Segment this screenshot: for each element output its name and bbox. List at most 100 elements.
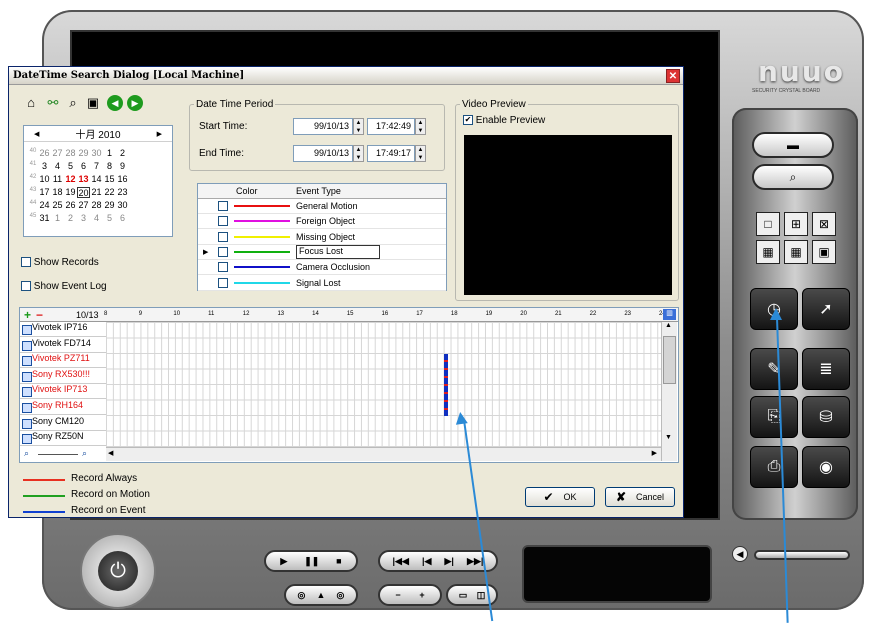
folder-button[interactable]: ▬ (752, 132, 834, 158)
camera-list-item[interactable]: Vivotek IP713 (20, 384, 106, 400)
calendar-day[interactable]: 5 (64, 161, 77, 172)
home-icon[interactable]: ⌂ (23, 95, 39, 111)
calendar-day[interactable]: 17 (38, 187, 51, 198)
calendar-day[interactable]: 10 (38, 174, 51, 185)
calendar-day[interactable]: 16 (116, 174, 129, 185)
ptz-controls[interactable]: ◎ ▲ ◎ (284, 584, 358, 606)
speed-up-button[interactable]: + (419, 590, 424, 600)
power-button[interactable]: ⏻ (80, 533, 156, 609)
camera-list-item[interactable]: Sony RH164 (20, 400, 106, 415)
calendar-day[interactable]: 27 (77, 200, 90, 211)
event-type-row[interactable]: Missing Object (198, 230, 446, 245)
calendar-day[interactable]: 28 (64, 148, 77, 159)
calendar-day[interactable]: 6 (77, 161, 90, 172)
calendar-day[interactable]: 7 (90, 161, 103, 172)
camera-list-item[interactable]: Vivotek IP716 (20, 322, 106, 337)
note-button[interactable]: ≣ (802, 348, 850, 390)
back-icon[interactable]: ◀ (107, 95, 123, 111)
calendar-day[interactable]: 27 (51, 148, 64, 159)
scroll-thumb[interactable] (663, 336, 676, 384)
start-date-input[interactable]: 99/10/13 (293, 118, 353, 135)
calendar-day[interactable]: 6 (116, 213, 129, 224)
event-type-checkbox[interactable] (218, 262, 228, 273)
show-event-log-checkbox[interactable] (21, 281, 31, 292)
link-icon[interactable]: ⚯ (45, 95, 61, 111)
timeline-horizontal-scrollbar[interactable]: ◀ ▶ (106, 447, 661, 461)
add-camera-icon[interactable]: + (24, 308, 31, 322)
calendar-day[interactable]: 26 (64, 200, 77, 211)
calendar-day[interactable]: 1 (103, 148, 116, 159)
calendar-day[interactable]: 26 (38, 148, 51, 159)
timeline-grid[interactable] (106, 322, 661, 447)
remove-camera-icon[interactable]: − (36, 308, 43, 322)
layout-1x1-button[interactable]: □ (756, 212, 780, 236)
view-button[interactable]: ◉ (802, 446, 850, 488)
layout-pip-button[interactable]: ▣ (812, 240, 836, 264)
close-button[interactable]: ✕ (666, 69, 680, 83)
export-button[interactable]: ⎘ (750, 396, 798, 438)
timeline-zoom-icon[interactable]: ▥ (663, 309, 676, 320)
layout-3x3-button[interactable]: ▦ (756, 240, 780, 264)
timeline-vertical-scrollbar[interactable]: ▲ ▼ (661, 322, 677, 461)
search-recording-button[interactable]: ⌕ (752, 164, 834, 190)
calendar-day[interactable]: 23 (116, 187, 129, 198)
camera-list-item[interactable]: Vivotek FD714 (20, 338, 106, 353)
start-time-spinner[interactable]: ▲ ▼ (415, 118, 426, 135)
event-type-checkbox[interactable] (218, 231, 228, 242)
zoom-icon[interactable]: ⌕ (65, 95, 81, 111)
calendar-day[interactable]: 8 (103, 161, 116, 172)
first-frame-button[interactable]: |◀◀ (393, 556, 409, 567)
show-event-log-option[interactable]: Show Event Log (21, 281, 107, 292)
show-records-option[interactable]: Show Records (21, 257, 99, 268)
scroll-left-icon[interactable]: ◀ (108, 449, 113, 457)
print-button[interactable]: ⎙ (750, 446, 798, 488)
next-frame-button[interactable]: ▶| (445, 556, 454, 567)
zoom-in-icon[interactable]: ⌕ (82, 448, 87, 459)
calendar-day[interactable]: 1 (51, 213, 64, 224)
enable-preview-checkbox[interactable]: ✔ (463, 115, 473, 126)
start-date-spinner[interactable]: ▲ ▼ (353, 118, 364, 135)
backup-button[interactable]: ⛁ (802, 396, 850, 438)
event-type-checkbox[interactable] (218, 246, 228, 257)
event-type-checkbox[interactable] (218, 216, 228, 227)
calendar-day[interactable]: 24 (38, 200, 51, 211)
calendar-day[interactable]: 3 (77, 213, 90, 224)
event-type-row[interactable]: Foreign Object (198, 214, 446, 230)
layout-fullscreen-button[interactable]: ⊠ (812, 212, 836, 236)
speed-down-button[interactable]: − (395, 590, 400, 600)
camera-list-item[interactable]: Sony RX530!!! (20, 369, 106, 384)
zoom-out-icon[interactable]: ⌕ (24, 448, 29, 459)
end-date-spinner[interactable]: ▲ ▼ (353, 145, 364, 162)
calendar[interactable]: ◀ 十月 2010 ▶ 40 26 27 28 29 30 1 2 41 3 4 5 6 7 8 9 42 10 1… (23, 125, 173, 237)
calendar-day[interactable]: 4 (51, 161, 64, 172)
camera-list-item[interactable]: Sony CM120 (20, 416, 106, 431)
event-type-row[interactable]: ▶ Focus Lost (198, 244, 446, 260)
calendar-day[interactable]: 21 (90, 187, 103, 198)
calendar-day[interactable]: 4 (90, 213, 103, 224)
scroll-right-icon[interactable]: ▶ (652, 449, 657, 457)
layout-2x2-button[interactable]: ⊞ (784, 212, 808, 236)
last-frame-button[interactable]: ▶▶| (467, 556, 483, 567)
calendar-day[interactable]: 29 (103, 200, 116, 211)
forward-icon[interactable]: ▶ (127, 95, 143, 111)
layout-4x4-button[interactable]: ▦ (784, 240, 808, 264)
calendar-day[interactable]: 3 (38, 161, 51, 172)
end-time-input[interactable]: 17:49:17 (367, 145, 415, 162)
calendar-day[interactable]: 28 (90, 200, 103, 211)
setup-button[interactable]: ➚ (802, 288, 850, 330)
stop-button[interactable]: ■ (336, 556, 341, 566)
calendar-day[interactable]: 11 (51, 174, 64, 185)
start-time-input[interactable]: 17:42:49 (367, 118, 415, 135)
timeline-zoom-slider[interactable]: ⌕ ⌕ (22, 448, 102, 460)
calendar-day[interactable]: 12 (64, 174, 77, 185)
edit-button[interactable]: ✎ (750, 348, 798, 390)
scroll-up-icon[interactable]: ▲ (665, 322, 672, 329)
play-button[interactable]: ▶ (280, 556, 287, 567)
volume-slider[interactable] (754, 550, 850, 560)
image-icon[interactable]: ▣ (85, 95, 101, 111)
calendar-day[interactable]: 19 (64, 187, 77, 198)
camera-list-item[interactable]: Sony RZ50N (20, 431, 106, 447)
cancel-button[interactable]: ✘ Cancel (605, 487, 675, 507)
ok-button[interactable]: ✔ OK (525, 487, 595, 507)
calendar-day[interactable]: 5 (103, 213, 116, 224)
